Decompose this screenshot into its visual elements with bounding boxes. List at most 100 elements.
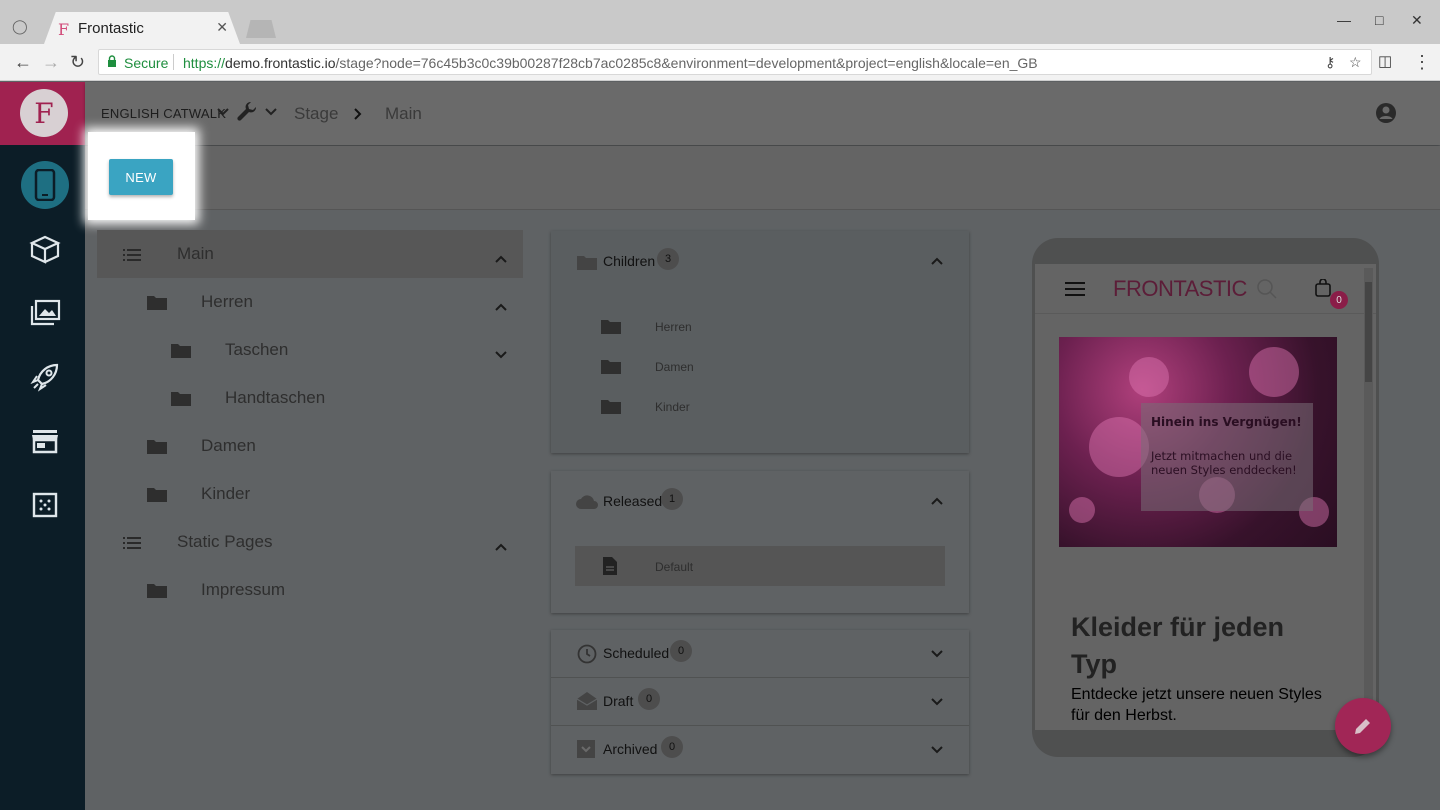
clock-icon: [577, 644, 597, 664]
grid-dots-icon: [32, 492, 58, 518]
tree-item[interactable]: Damen: [97, 422, 523, 470]
cast-icon[interactable]: ◫: [1378, 52, 1392, 70]
promo-banner[interactable]: Hinein ins Vergnügen! Jetzt mitmachen un…: [1059, 337, 1337, 547]
tab-title: Frontastic: [78, 20, 144, 37]
folder-icon: [171, 342, 191, 363]
tree-item[interactable]: Herren: [97, 278, 523, 326]
folder-icon: [147, 438, 167, 459]
preview-brand: FRONTASTIC: [1113, 276, 1247, 301]
sidebar-item-components[interactable]: [21, 225, 69, 273]
close-tab-icon[interactable]: ✕: [216, 19, 228, 36]
promo-title: Hinein ins Vergnügen!: [1151, 415, 1302, 429]
folder-icon: [147, 486, 167, 507]
sidebar-item-media[interactable]: [21, 289, 69, 337]
tree-item[interactable]: Impressum: [97, 566, 523, 614]
released-title: Released: [603, 493, 663, 509]
folder-icon: [601, 360, 621, 374]
favicon-icon: F: [58, 20, 70, 39]
archived-section[interactable]: Archived 0: [551, 726, 969, 774]
account-icon[interactable]: [1375, 102, 1397, 124]
archive-icon: [577, 740, 595, 758]
chevron-up-icon[interactable]: [495, 250, 507, 268]
logo-area: F: [0, 82, 85, 145]
chevron-up-icon[interactable]: [495, 538, 507, 556]
list-icon: [123, 248, 141, 266]
app: F ENGLISH CATWALK Stage Main NEW Main He…: [0, 82, 1440, 810]
browser-tab[interactable]: F Frontastic ✕: [44, 12, 240, 44]
frontastic-logo[interactable]: F: [20, 89, 68, 137]
tree-item[interactable]: Taschen: [97, 326, 523, 374]
new-button[interactable]: NEW: [109, 159, 173, 195]
sidebar-item-stage[interactable]: [21, 161, 69, 209]
sidebar-item-store[interactable]: [21, 417, 69, 465]
phone-preview: FRONTASTIC 0 Hinein ins Vergnügen! Jetzt…: [1032, 238, 1379, 757]
child-item-label: Herren: [655, 320, 692, 334]
edit-fab[interactable]: [1335, 698, 1391, 754]
folder-icon: [577, 256, 597, 270]
draft-title: Draft: [603, 693, 634, 709]
preview-screen[interactable]: FRONTASTIC 0 Hinein ins Vergnügen! Jetzt…: [1035, 264, 1376, 730]
promo-textbox: Hinein ins Vergnügen! Jetzt mitmachen un…: [1141, 403, 1313, 511]
chevron-down-icon[interactable]: [931, 698, 943, 706]
scrollbar-thumb[interactable]: [1365, 282, 1372, 382]
chevron-down-icon[interactable]: [495, 346, 507, 364]
chevron-up-icon[interactable]: [931, 257, 943, 265]
draft-section[interactable]: Draft 0: [551, 678, 969, 726]
back-icon[interactable]: ←: [14, 52, 32, 73]
project-selector[interactable]: ENGLISH CATWALK: [101, 106, 226, 121]
cart-icon[interactable]: [1314, 279, 1332, 297]
preview-header: FRONTASTIC 0: [1035, 264, 1376, 314]
menu-icon[interactable]: ⋮: [1413, 52, 1431, 73]
chevron-up-icon[interactable]: [931, 497, 943, 505]
breadcrumb-stage[interactable]: Stage: [294, 104, 338, 124]
incognito-icon: ◯: [12, 18, 28, 34]
scheduled-section[interactable]: Scheduled 0: [551, 630, 969, 678]
tree-item-label: Main: [177, 244, 214, 263]
maximize-icon[interactable]: □: [1375, 12, 1383, 28]
reload-icon[interactable]: ↻: [70, 52, 85, 73]
tree-item[interactable]: Main: [97, 230, 523, 278]
tree-item-label: Herren: [201, 292, 253, 311]
sidebar-item-developer[interactable]: [21, 481, 69, 529]
url-input[interactable]: Secure https://demo.frontastic.io/stage?…: [98, 49, 1372, 75]
released-count-badge: 1: [661, 488, 683, 510]
star-icon[interactable]: ☆: [1349, 54, 1362, 71]
children-title: Children: [603, 253, 656, 269]
archived-count-badge: 0: [661, 736, 683, 758]
chevron-down-icon[interactable]: [265, 108, 277, 116]
breadcrumb-main[interactable]: Main: [385, 104, 422, 124]
preview-scrollbar[interactable]: [1364, 268, 1373, 728]
hamburger-menu-icon[interactable]: [1065, 281, 1085, 297]
child-item-label: Kinder: [655, 400, 690, 414]
released-panel: Released 1 Default: [551, 471, 969, 613]
promo-text: Jetzt mitmachen und die neuen Styles end…: [1151, 449, 1297, 477]
images-icon: [30, 299, 61, 326]
topbar: ENGLISH CATWALK Stage Main: [85, 82, 1440, 145]
cart-count-badge: 0: [1330, 291, 1348, 309]
chevron-down-icon[interactable]: [931, 650, 943, 658]
toolbar: [85, 146, 1440, 210]
released-item[interactable]: Default: [575, 546, 945, 586]
forward-icon[interactable]: →: [42, 52, 60, 73]
folder-icon: [601, 400, 621, 414]
tree-item[interactable]: Handtaschen: [97, 374, 523, 422]
search-icon[interactable]: [1256, 278, 1278, 300]
wrench-icon[interactable]: [235, 101, 259, 125]
smartphone-icon: [34, 169, 56, 201]
scheduled-title: Scheduled: [603, 645, 670, 661]
cloud-icon: [576, 495, 598, 509]
new-tab-button[interactable]: [246, 20, 276, 38]
minimize-icon[interactable]: —: [1337, 12, 1351, 28]
chevron-up-icon[interactable]: [495, 298, 507, 316]
key-icon[interactable]: ⚷: [1325, 54, 1335, 71]
address-bar: ← → ↻ Secure https://demo.frontastic.io/…: [0, 44, 1440, 81]
tree-item[interactable]: Static Pages: [97, 518, 523, 566]
sidebar-item-deploy[interactable]: [21, 353, 69, 401]
chevron-down-icon[interactable]: [217, 108, 229, 116]
close-window-icon[interactable]: ✕: [1411, 12, 1423, 29]
chevron-down-icon[interactable]: [931, 746, 943, 754]
divider: [173, 54, 174, 70]
child-item-label: Damen: [655, 360, 694, 374]
tree-item[interactable]: Kinder: [97, 470, 523, 518]
tree-item-label: Taschen: [225, 340, 289, 359]
